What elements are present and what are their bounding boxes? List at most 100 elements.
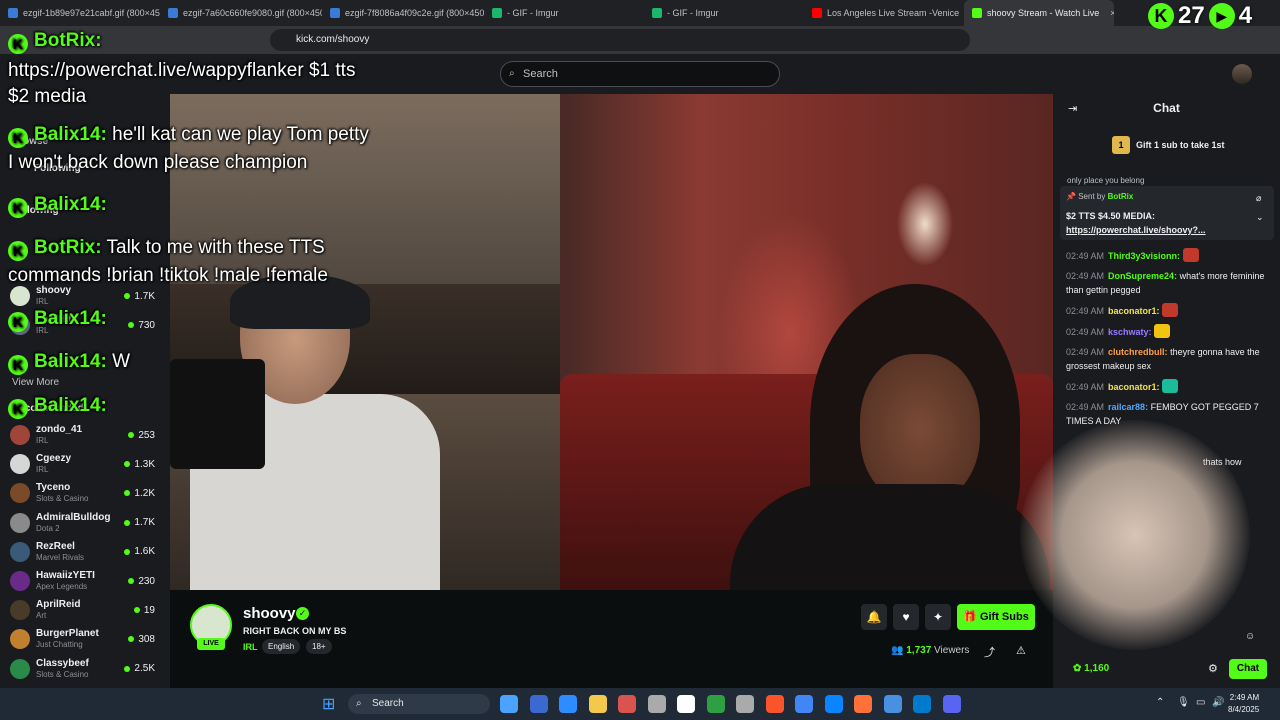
chat-username[interactable]: DonSupreme24: xyxy=(1108,271,1177,281)
sidebar-channel-name: shoovy xyxy=(36,285,72,296)
tag-mature[interactable]: 18+ xyxy=(306,639,332,654)
sidebar-channel-tyceno[interactable]: Tyceno Slots & Casino 1.2K xyxy=(10,479,165,507)
view-more-link[interactable]: View More xyxy=(12,377,59,388)
sidebar-channel-category: IRL xyxy=(36,297,49,306)
blurred-overlay xyxy=(1020,420,1250,650)
tag-language[interactable]: English xyxy=(262,639,301,654)
recommended-heading: Recommended xyxy=(12,403,84,414)
browser-tab[interactable]: Los Angeles Live Stream -Venice xyxy=(804,0,964,26)
sidebar-channel-lordhito[interactable]: LordHito IRL 730 xyxy=(10,311,165,339)
taskbar-app-icon[interactable] xyxy=(500,695,518,713)
taskbar-app-icon[interactable] xyxy=(854,695,872,713)
taskbar-app-icon[interactable] xyxy=(942,695,961,713)
tray-chevron-icon[interactable]: ⌃ xyxy=(1156,697,1164,708)
chat-username[interactable]: clutchredbull: xyxy=(1108,347,1168,357)
chat-message-partial: only place you belong xyxy=(1067,176,1145,185)
nav-following[interactable]: Following xyxy=(34,163,81,174)
search-input[interactable]: ⌕ Search xyxy=(500,61,780,87)
browser-tab[interactable]: ezgif-1b89e97e21cabf.gif (800×450) xyxy=(0,0,160,26)
chat-text: grossest makeup sex xyxy=(1066,361,1152,371)
taskbar-app-icon[interactable] xyxy=(736,695,754,713)
pinned-link[interactable]: https://powerchat.live/shoovy?... xyxy=(1066,225,1206,235)
tab-close-icon[interactable]: × xyxy=(1110,8,1114,18)
sidebar-channel-text: LordHito IRL xyxy=(36,314,78,336)
chat-username[interactable]: baconator1: xyxy=(1108,306,1160,316)
gift-sub-leaderboard[interactable]: 1 Gift 1 sub to take 1st xyxy=(1112,136,1225,154)
taskbar-search[interactable]: ⌕ Search xyxy=(348,694,490,714)
chat-settings-icon[interactable]: ⚙ xyxy=(1208,662,1218,675)
chat-timestamp: 02:49 AM xyxy=(1066,382,1105,392)
sidebar-channel-zondo_41[interactable]: zondo_41 IRL 253 xyxy=(10,421,165,449)
sidebar-channel-admiralbulldog[interactable]: AdmiralBulldog Dota 2 1.7K xyxy=(10,509,165,537)
browser-tab[interactable]: - GIF - Imgur xyxy=(484,0,644,26)
sidebar-channel-cgeezy[interactable]: Cgeezy IRL 1.3K xyxy=(10,450,165,478)
sidebar-channel-burgerplanet[interactable]: BurgerPlanet Just Chatting 308 xyxy=(10,625,165,653)
sidebar-channel-hawaiizyeti[interactable]: HawaiizYETI Apex Legends 230 xyxy=(10,567,165,595)
windows-start-icon[interactable]: ⊞ xyxy=(322,694,335,714)
taskbar-search-label: Search xyxy=(372,698,404,709)
taskbar-app-icon[interactable] xyxy=(795,695,813,713)
browser-tab[interactable]: ezgif-7a60c660fe9080.gif (800×450) xyxy=(160,0,322,26)
taskbar-app-icon[interactable] xyxy=(765,695,784,713)
sidebar-channel-classybeef[interactable]: Classybeef Slots & Casino 2.5K xyxy=(10,655,165,683)
network-icon[interactable]: ▭ xyxy=(1196,697,1205,708)
volume-icon[interactable]: 🔊 xyxy=(1212,697,1224,708)
taskbar-app-icon[interactable] xyxy=(913,695,931,713)
sidebar-channel-name: zondo_41 xyxy=(36,424,83,435)
sidebar-viewer-count: 1.7K xyxy=(124,517,155,528)
video-player[interactable] xyxy=(170,94,1053,590)
sidebar-channel-shoovy[interactable]: shoovy IRL 1.7K xyxy=(10,282,165,310)
chat-input[interactable] xyxy=(1064,624,1272,652)
chat-username[interactable]: Third3y3visionn: xyxy=(1108,251,1180,261)
taskbar-app-icon[interactable] xyxy=(706,695,725,713)
notification-bell-icon[interactable]: 🔔 xyxy=(861,604,887,630)
taskbar-app-icon[interactable] xyxy=(588,695,607,713)
browser-tab[interactable]: ezgif-7f8086a4f09c2e.gif (800×450) xyxy=(322,0,484,26)
browser-tab[interactable]: - GIF - Imgur xyxy=(644,0,804,26)
channel-avatar xyxy=(10,454,30,475)
sidebar-channel-aprilreid[interactable]: AprilReid Art 19 xyxy=(10,596,165,624)
live-dot-icon xyxy=(124,293,131,299)
taskbar-app-icon[interactable] xyxy=(529,695,548,713)
taskbar-clock[interactable]: 2:49 AM 8/4/2025 xyxy=(1228,692,1259,716)
sidebar-channel-rezreel[interactable]: RezReel Marvel Rivals 1.6K xyxy=(10,538,165,566)
expand-chevron-icon[interactable]: ⌄ xyxy=(1256,212,1264,223)
taskbar-app-icon[interactable] xyxy=(647,695,666,713)
sidebar-viewer-count: 1.3K xyxy=(124,459,155,470)
chat-username[interactable]: baconator1: xyxy=(1108,382,1160,392)
following-heading: Following xyxy=(12,205,59,216)
channel-points[interactable]: ✿ 1,160 xyxy=(1073,663,1109,674)
taskbar-app-icon[interactable] xyxy=(883,695,902,713)
taskbar-app-icon[interactable] xyxy=(677,695,695,713)
chat-message: 02:49 AM Third3y3visionn: xyxy=(1066,248,1271,263)
chat-timestamp: 02:49 AM xyxy=(1066,402,1105,412)
taskbar-app-icon[interactable] xyxy=(824,695,843,713)
chat-send-button[interactable]: Chat xyxy=(1229,659,1267,679)
gift-rank-badge: 1 xyxy=(1112,136,1130,154)
share-stream-icon[interactable]: ⤴ xyxy=(984,644,995,660)
live-dot-icon xyxy=(124,490,131,497)
unpin-icon[interactable]: ⌀ xyxy=(1256,193,1261,204)
live-badge: LIVE xyxy=(197,638,225,650)
address-bar[interactable]: kick.com/shoovy xyxy=(270,29,970,51)
taskbar-app-icon[interactable] xyxy=(559,695,577,713)
nav-browse[interactable]: Browse xyxy=(12,136,48,147)
channel-name[interactable]: shoovy xyxy=(243,605,296,622)
microphone-icon[interactable]: 🎙 xyxy=(1177,697,1190,708)
report-icon[interactable]: ⚠ xyxy=(1016,644,1026,657)
sidebar-channel-category: IRL xyxy=(36,465,49,475)
user-avatar[interactable] xyxy=(1232,64,1252,84)
clip-icon[interactable]: ✦ xyxy=(925,604,951,630)
chat-username[interactable]: kschwaty: xyxy=(1108,327,1152,337)
stream-category[interactable]: IRL xyxy=(243,642,258,652)
taskbar-search-icon: ⌕ xyxy=(356,698,362,709)
gift-subs-button[interactable]: 🎁 Gift Subs xyxy=(957,604,1035,630)
taskbar-app-icon[interactable] xyxy=(618,695,636,713)
chat-username[interactable]: railcar88: xyxy=(1108,402,1148,412)
emoji-icon[interactable]: ☺ xyxy=(1245,631,1255,642)
follow-heart-icon[interactable]: ♥ xyxy=(893,604,919,630)
sidebar-viewer-value: 19 xyxy=(143,604,155,616)
sidebar-viewer-value: 230 xyxy=(138,575,155,587)
browser-tab[interactable]: shoovy Stream - Watch Live × xyxy=(964,0,1114,26)
chat-text: theyre gonna have the xyxy=(1170,347,1260,357)
